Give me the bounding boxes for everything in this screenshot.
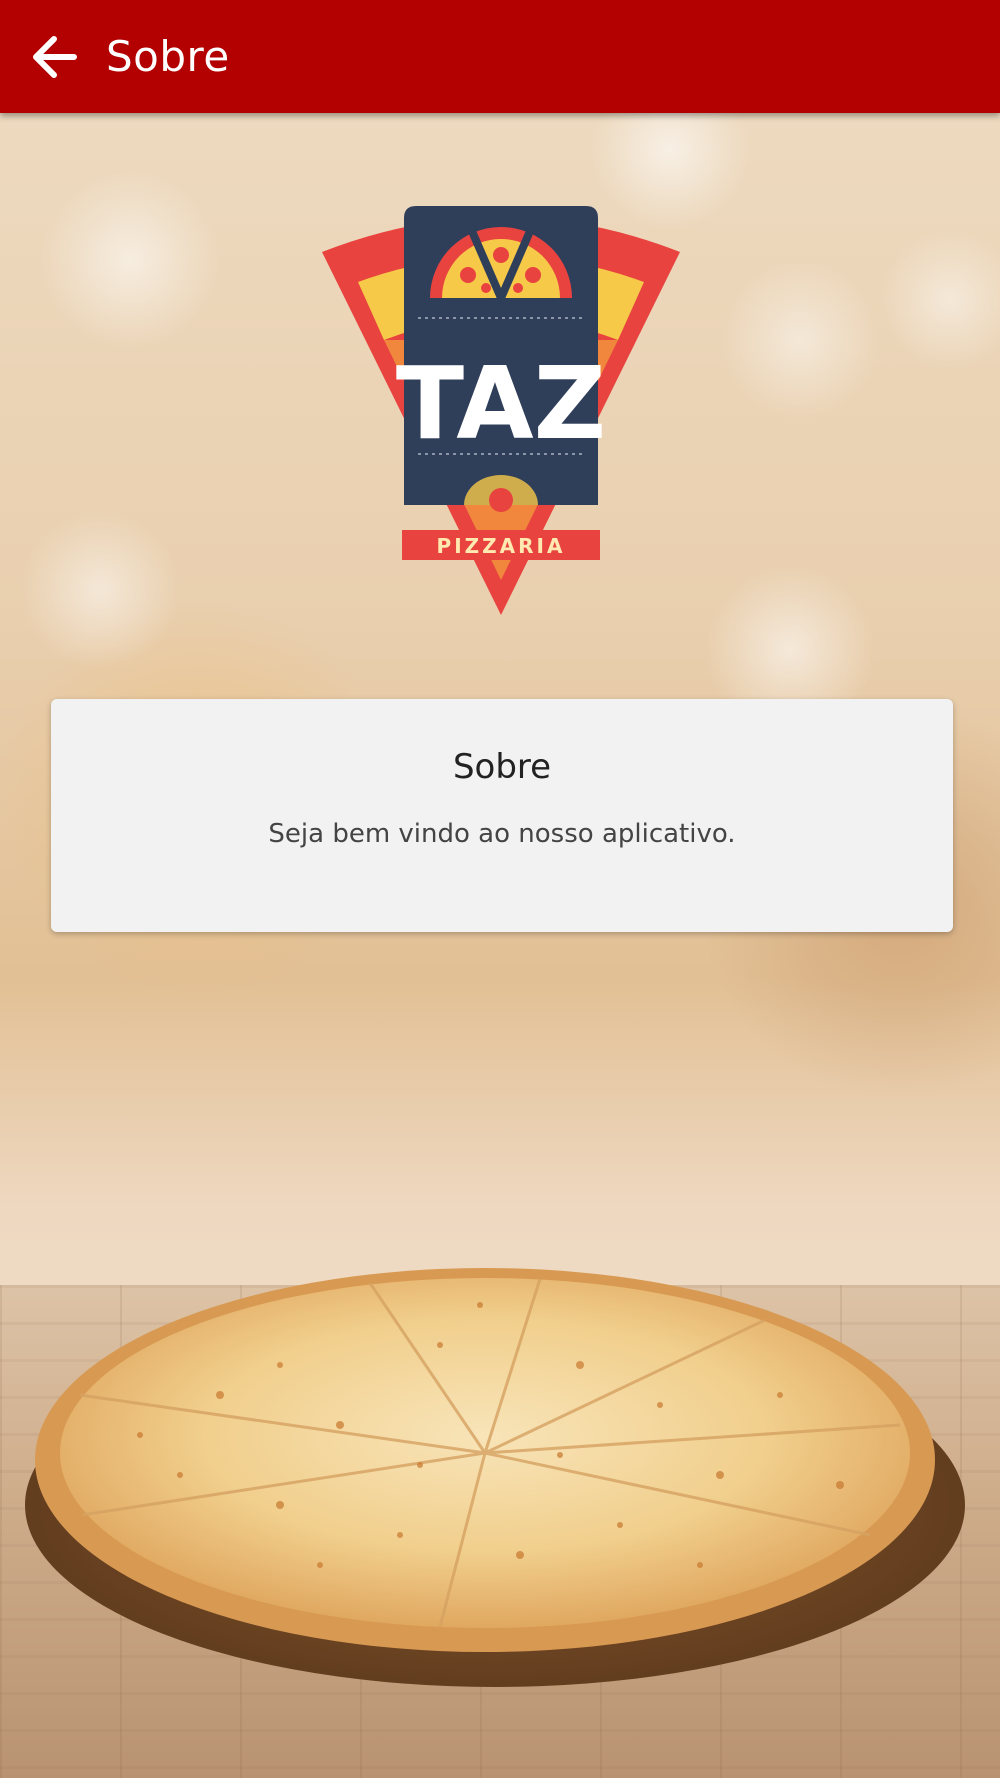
page-title: Sobre <box>106 32 230 81</box>
about-card: Sobre Seja bem vindo ao nosso aplicativo… <box>51 699 953 932</box>
taz-pizzaria-logo: TAZ PIZZARIA <box>322 206 680 615</box>
card-text: Seja bem vindo ao nosso aplicativo. <box>268 819 736 849</box>
arrow-left-icon <box>33 35 77 78</box>
logo-subtitle: PIZZARIA <box>437 534 566 558</box>
back-button[interactable] <box>24 27 84 87</box>
about-screen: Sobre TAZ PIZZARIA Sobre Seja bem vindo … <box>0 0 1000 1778</box>
card-title: Sobre <box>452 747 552 787</box>
logo-brand-name: TAZ <box>396 345 606 462</box>
app-bar: Sobre <box>0 0 1000 113</box>
pizza-image <box>25 1268 965 1687</box>
